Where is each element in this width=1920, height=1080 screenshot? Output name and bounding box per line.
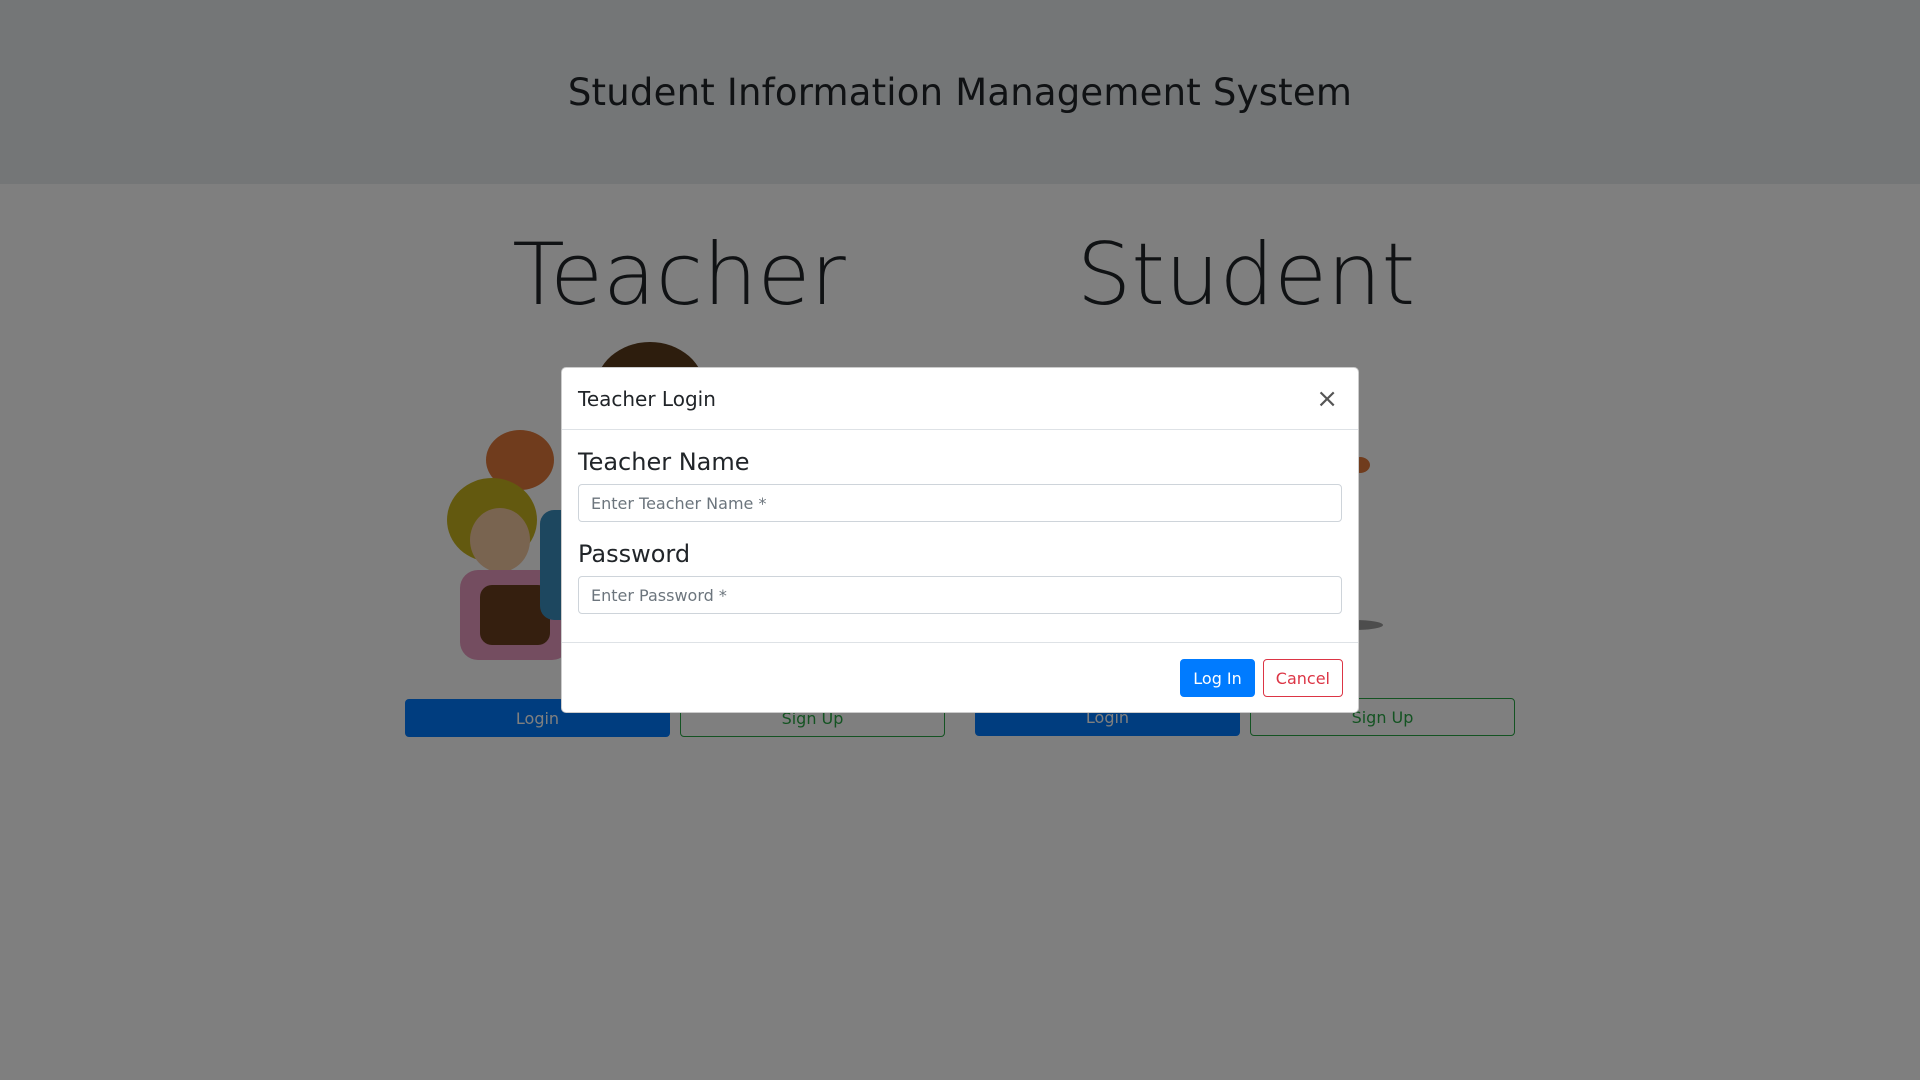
teacher-name-input[interactable] (578, 484, 1342, 522)
teacher-login-modal: Teacher Login × Teacher Name Password Lo… (561, 367, 1359, 713)
teacher-name-label: Teacher Name (578, 448, 750, 476)
password-label: Password (578, 540, 691, 568)
modal-body: Teacher Name Password (562, 430, 1358, 642)
close-icon[interactable]: × (1312, 382, 1342, 416)
modal-header: Teacher Login × (562, 368, 1358, 430)
log-in-button[interactable]: Log In (1180, 659, 1255, 697)
modal-footer: Log In Cancel (562, 642, 1358, 713)
cancel-button[interactable]: Cancel (1262, 659, 1343, 697)
password-input[interactable] (578, 576, 1342, 614)
modal-title: Teacher Login (578, 386, 716, 411)
